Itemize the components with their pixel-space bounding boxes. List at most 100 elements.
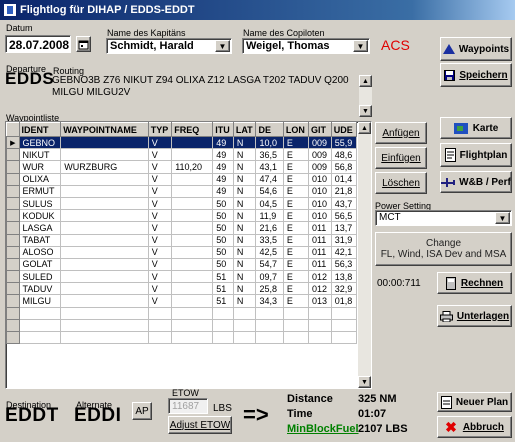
- table-cell[interactable]: 13,8: [330, 270, 358, 284]
- table-cell[interactable]: E: [282, 172, 309, 186]
- waypoints-button[interactable]: Waypoints: [440, 37, 512, 61]
- table-cell[interactable]: [171, 233, 214, 247]
- table-cell[interactable]: E: [282, 196, 309, 211]
- chevron-down-icon[interactable]: ▼: [353, 40, 368, 52]
- table-cell[interactable]: E: [282, 257, 309, 272]
- table-cell[interactable]: V: [147, 221, 173, 235]
- table-cell[interactable]: WUR: [18, 160, 62, 174]
- table-cell[interactable]: 56,8: [330, 160, 358, 174]
- table-cell[interactable]: E: [282, 209, 309, 223]
- column-header[interactable]: DE: [255, 122, 284, 137]
- column-header[interactable]: LON: [282, 122, 309, 137]
- table-cell[interactable]: [171, 270, 214, 284]
- table-cell[interactable]: [60, 257, 149, 272]
- table-row[interactable]: TADUV V 51 N 25,8 E 012 32,9: [6, 282, 358, 296]
- table-cell[interactable]: 47,4: [255, 172, 284, 186]
- table-cell[interactable]: 49: [212, 135, 234, 150]
- table-cell[interactable]: N: [232, 135, 257, 150]
- table-cell[interactable]: 011: [307, 221, 332, 235]
- table-cell[interactable]: 012: [307, 282, 332, 296]
- table-cell[interactable]: [171, 221, 214, 235]
- table-cell[interactable]: V: [147, 196, 173, 211]
- table-cell[interactable]: N: [232, 282, 257, 296]
- routing-scrollbar[interactable]: ▲ ▼: [359, 75, 372, 117]
- table-cell[interactable]: TABAT: [18, 233, 62, 247]
- table-cell[interactable]: 42,5: [255, 245, 284, 259]
- table-cell[interactable]: [171, 245, 214, 259]
- table-cell[interactable]: [60, 270, 149, 284]
- table-cell[interactable]: E: [282, 221, 309, 235]
- table-row[interactable]: MILGU V 51 N 34,3 E 013 01,8: [6, 294, 358, 308]
- table-cell[interactable]: 50: [212, 245, 234, 259]
- table-cell[interactable]: E: [282, 245, 309, 259]
- table-cell[interactable]: 010: [307, 196, 332, 211]
- table-cell[interactable]: [60, 221, 149, 235]
- table-cell[interactable]: SULUS: [18, 196, 62, 211]
- row-indicator[interactable]: [6, 196, 20, 211]
- scroll-up-icon[interactable]: ▲: [358, 122, 371, 134]
- table-cell[interactable]: 32,9: [330, 282, 358, 296]
- table-cell[interactable]: 011: [307, 257, 332, 272]
- table-cell[interactable]: SULED: [18, 270, 62, 284]
- table-row[interactable]: WUR WURZBURG V 110,20 49 N 43,1 E 009 56,8: [6, 160, 358, 174]
- table-cell[interactable]: V: [147, 135, 173, 150]
- table-cell[interactable]: V: [147, 282, 173, 296]
- table-row[interactable]: ▶ GEBNO V 49 N 10,0 E 009 55,9: [6, 135, 358, 150]
- table-cell[interactable]: 011: [307, 245, 332, 259]
- table-cell[interactable]: [60, 294, 149, 308]
- power-setting-select[interactable]: MCT ▼: [375, 210, 512, 226]
- row-indicator[interactable]: [6, 233, 20, 247]
- table-cell[interactable]: N: [232, 148, 257, 162]
- table-cell[interactable]: V: [147, 270, 173, 284]
- table-cell[interactable]: N: [232, 209, 257, 223]
- current-row-icon[interactable]: ▶: [6, 135, 20, 150]
- table-cell[interactable]: [171, 135, 214, 150]
- table-cell[interactable]: 33,5: [255, 233, 284, 247]
- table-cell[interactable]: [171, 172, 214, 186]
- table-cell[interactable]: 04,5: [255, 196, 284, 211]
- ap-button[interactable]: AP: [132, 402, 152, 420]
- column-header[interactable]: WAYPOINTNAME: [60, 122, 149, 137]
- anfuegen-button[interactable]: Anfügen: [375, 122, 427, 144]
- table-cell[interactable]: 42,1: [330, 245, 358, 259]
- scroll-up-icon[interactable]: ▲: [359, 75, 372, 87]
- table-cell[interactable]: 50: [212, 257, 234, 272]
- table-cell[interactable]: 43,7: [330, 196, 358, 211]
- table-cell[interactable]: 31,9: [330, 233, 358, 247]
- rechnen-button[interactable]: Rechnen: [437, 272, 512, 294]
- table-cell[interactable]: E: [282, 270, 309, 284]
- table-cell[interactable]: 48,6: [330, 148, 358, 162]
- adjust-etow-button[interactable]: Adjust ETOW: [168, 416, 232, 434]
- table-cell[interactable]: [60, 184, 149, 198]
- table-cell[interactable]: V: [147, 184, 173, 198]
- row-indicator[interactable]: [6, 294, 20, 308]
- table-cell[interactable]: 49: [212, 160, 234, 174]
- table-row[interactable]: OLIXA V 49 N 47,4 E 010 01,4: [6, 172, 358, 186]
- waypoint-table-container[interactable]: IDENT WAYPOINTNAME TYP FREQ ITU LAT DE LON GIT UD…: [5, 121, 372, 389]
- flightplan-button[interactable]: Flightplan: [440, 143, 512, 167]
- table-cell[interactable]: N: [232, 245, 257, 259]
- table-cell[interactable]: N: [232, 172, 257, 186]
- table-cell[interactable]: N: [232, 294, 257, 308]
- table-cell[interactable]: 01,4: [330, 172, 358, 186]
- scroll-down-icon[interactable]: ▼: [358, 376, 371, 388]
- table-cell[interactable]: [171, 148, 214, 162]
- table-cell[interactable]: V: [147, 209, 173, 223]
- row-indicator[interactable]: [6, 282, 20, 296]
- table-cell[interactable]: [60, 172, 149, 186]
- datum-field[interactable]: 28.07.2008: [5, 35, 71, 53]
- calendar-icon-button[interactable]: [76, 36, 91, 52]
- table-cell[interactable]: E: [282, 184, 309, 198]
- table-cell[interactable]: [60, 233, 149, 247]
- table-cell[interactable]: GOLAT: [18, 257, 62, 272]
- table-cell[interactable]: N: [232, 160, 257, 174]
- table-cell[interactable]: 49: [212, 148, 234, 162]
- einfuegen-button[interactable]: Einfügen: [375, 147, 427, 169]
- table-cell[interactable]: N: [232, 270, 257, 284]
- table-cell[interactable]: 50: [212, 209, 234, 223]
- table-row[interactable]: TABAT V 50 N 33,5 E 011 31,9: [6, 233, 358, 247]
- column-header[interactable]: UDE: [330, 122, 358, 137]
- row-indicator[interactable]: [6, 270, 20, 284]
- table-cell[interactable]: V: [147, 257, 173, 272]
- chevron-down-icon[interactable]: ▼: [215, 40, 230, 52]
